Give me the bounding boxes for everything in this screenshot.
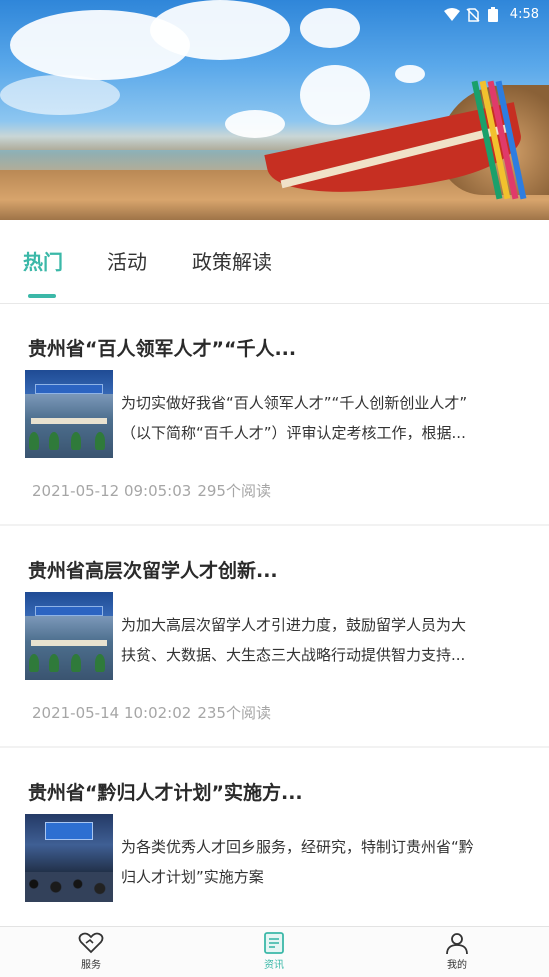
summary-line: 为加大高层次留学人才引进力度，鼓励留学人员为大: [121, 616, 467, 634]
news-document-icon: [264, 932, 284, 954]
article-read-count: 235个阅读: [197, 704, 271, 722]
nav-service[interactable]: 服务: [61, 931, 121, 971]
wifi-icon: [443, 7, 460, 21]
summary-line: （以下简称“百千人才”）评审认定考核工作，根据...: [121, 424, 466, 442]
battery-icon: [487, 7, 504, 22]
nav-label: 服务: [81, 960, 101, 971]
user-profile-icon: [446, 933, 468, 955]
article-card[interactable]: 贵州省高层次留学人才创新... 为加大高层次留学人才引进力度，鼓励留学人员为大 …: [0, 526, 549, 746]
nav-news[interactable]: 资讯: [244, 931, 304, 971]
article-thumbnail[interactable]: [25, 814, 113, 902]
summary-line: 扶贫、大数据、大生态三大战略行动提供智力支持...: [121, 646, 466, 664]
summary-line: 归人才计划”实施方案: [121, 868, 264, 886]
article-title[interactable]: 贵州省“百人领军人才”“千人...: [28, 334, 296, 361]
article-card[interactable]: 贵州省“黔归人才计划”实施方... 为各类优秀人才回乡服务，经研究，特制订贵州省…: [0, 748, 549, 926]
summary-line: 为切实做好我省“百人领军人才”“千人创新创业人才”: [121, 394, 468, 412]
article-title[interactable]: 贵州省“黔归人才计划”实施方...: [28, 778, 303, 805]
article-summary: 为各类优秀人才回乡服务，经研究，特制订贵州省“黔 归人才计划”实施方案: [121, 832, 526, 892]
article-datetime: 2021-05-14 10:02:02: [32, 704, 192, 722]
article-thumbnail[interactable]: [25, 370, 113, 458]
banner-image[interactable]: 4:58: [0, 0, 549, 220]
category-tabs: 热门 活动 政策解读: [0, 220, 549, 304]
status-bar: 4:58: [443, 4, 539, 24]
article-summary: 为加大高层次留学人才引进力度，鼓励留学人员为大 扶贫、大数据、大生态三大战略行动…: [121, 610, 526, 670]
article-read-count: 295个阅读: [197, 482, 271, 500]
article-summary: 为切实做好我省“百人领军人才”“千人创新创业人才” （以下简称“百千人才”）评审…: [121, 388, 526, 448]
tab-hot[interactable]: 热门: [23, 246, 63, 275]
no-sim-icon: [466, 7, 482, 22]
news-screen: 4:58 热门 活动 政策解读 贵州省“百人领军人才”“千人... 为切实做好我…: [0, 0, 549, 977]
nav-mine[interactable]: 我的: [427, 931, 487, 971]
status-time: 4:58: [509, 6, 539, 22]
article-title[interactable]: 贵州省高层次留学人才创新...: [28, 556, 278, 583]
article-datetime: 2021-05-12 09:05:03: [32, 482, 192, 500]
tab-policy-interpretation[interactable]: 政策解读: [192, 246, 272, 275]
article-thumbnail[interactable]: [25, 592, 113, 680]
summary-line: 为各类优秀人才回乡服务，经研究，特制订贵州省“黔: [121, 838, 474, 856]
tab-activities[interactable]: 活动: [107, 246, 147, 275]
heart-service-icon: [78, 932, 104, 954]
bottom-navigation: 服务 资讯 我的: [0, 926, 549, 977]
nav-label: 我的: [447, 960, 467, 971]
article-meta: 2021-05-14 10:02:02 235个阅读: [32, 702, 271, 723]
article-card[interactable]: 贵州省“百人领军人才”“千人... 为切实做好我省“百人领军人才”“千人创新创业…: [0, 304, 549, 524]
nav-label: 资讯: [264, 960, 284, 971]
article-meta: 2021-05-12 09:05:03 295个阅读: [32, 480, 271, 501]
active-tab-indicator: [28, 294, 56, 298]
